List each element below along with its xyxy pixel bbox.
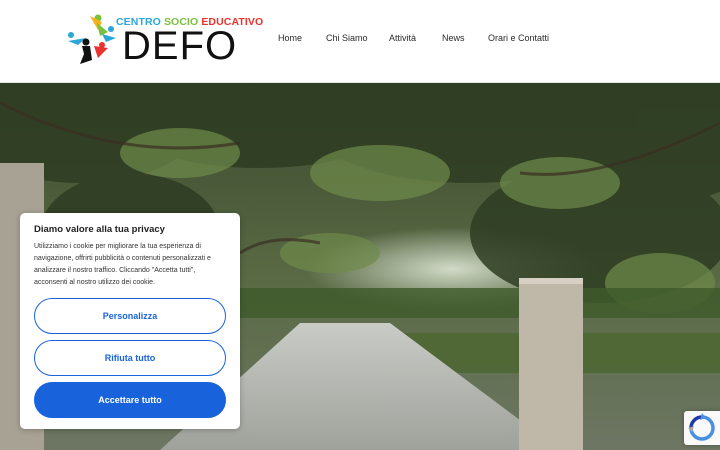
cookie-consent-dialog: Diamo valore alla tua privacy Utilizziam… <box>20 213 240 429</box>
recaptcha-badge[interactable] <box>684 411 720 445</box>
nav-news[interactable]: News <box>442 33 465 43</box>
nav-orari-contatti[interactable]: Orari e Contatti <box>488 33 549 43</box>
cookie-title: Diamo valore alla tua privacy <box>34 224 165 235</box>
site-logo[interactable]: CENTRO SOCIO EDUCATIVO DEFO <box>64 12 263 68</box>
cookie-description: Utilizziamo i cookie per migliorare la t… <box>34 243 211 286</box>
accept-all-button[interactable]: Accettare tutto <box>34 382 226 418</box>
nav-attivita[interactable]: Attività <box>389 33 416 43</box>
nav-home[interactable]: Home <box>278 33 302 43</box>
recaptcha-icon <box>688 413 715 441</box>
nav-chi-siamo[interactable]: Chi Siamo <box>326 33 368 43</box>
logo-name: DEFO <box>122 24 238 68</box>
people-figures-icon <box>68 14 116 64</box>
customize-button[interactable]: Personalizza <box>34 298 226 334</box>
reject-all-button[interactable]: Rifiuta tutto <box>34 340 226 376</box>
site-header: CENTRO SOCIO EDUCATIVO DEFO Home Chi Sia… <box>0 0 720 83</box>
